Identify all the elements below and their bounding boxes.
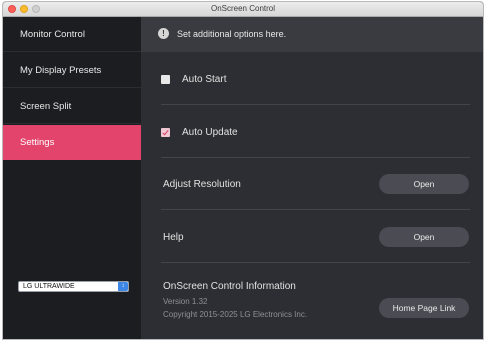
info-bar: ! Set additional options here.	[141, 17, 483, 52]
settings-panel: ! Set additional options here. Auto Star…	[141, 17, 483, 339]
sidebar-item-settings[interactable]: Settings	[3, 125, 141, 160]
monitor-select-value: LG ULTRAWIDE	[23, 283, 75, 290]
sidebar: Monitor Control My Display Presets Scree…	[3, 17, 141, 339]
sidebar-item-monitor-control[interactable]: Monitor Control	[3, 17, 141, 52]
divider	[161, 262, 470, 263]
help-label: Help	[163, 232, 184, 243]
sidebar-item-screen-split[interactable]: Screen Split	[3, 89, 141, 124]
auto-update-checkbox[interactable]	[161, 128, 170, 137]
title-bar[interactable]: OnScreen Control	[3, 2, 483, 17]
sidebar-item-label: My Display Presets	[20, 65, 102, 76]
app-window: OnScreen Control Monitor Control My Disp…	[2, 1, 484, 340]
info-text: Set additional options here.	[177, 29, 287, 39]
sidebar-item-label: Screen Split	[20, 101, 72, 112]
auto-start-label: Auto Start	[182, 74, 227, 85]
version-text: Version 1.32	[163, 297, 208, 306]
divider	[161, 104, 470, 105]
auto-start-checkbox[interactable]	[161, 75, 170, 84]
about-title: OnScreen Control Information	[163, 281, 296, 292]
window-title: OnScreen Control	[210, 4, 276, 13]
sidebar-item-label: Settings	[20, 137, 55, 148]
divider	[161, 209, 470, 210]
adjust-resolution-label: Adjust Resolution	[163, 179, 241, 190]
info-icon: !	[158, 28, 169, 39]
sidebar-item-my-display-presets[interactable]: My Display Presets	[3, 53, 141, 88]
auto-update-label: Auto Update	[182, 127, 238, 138]
monitor-select[interactable]: LG ULTRAWIDE ↕	[18, 281, 129, 292]
home-page-link-button[interactable]: Home Page Link	[379, 298, 469, 318]
chevron-up-down-icon: ↕	[118, 282, 128, 291]
sidebar-item-label: Monitor Control	[20, 29, 85, 40]
help-open-button[interactable]: Open	[379, 227, 469, 247]
copyright-text: Copyright 2015-2025 LG Electronics Inc.	[163, 310, 308, 319]
adjust-resolution-open-button[interactable]: Open	[379, 174, 469, 194]
divider	[161, 157, 470, 158]
